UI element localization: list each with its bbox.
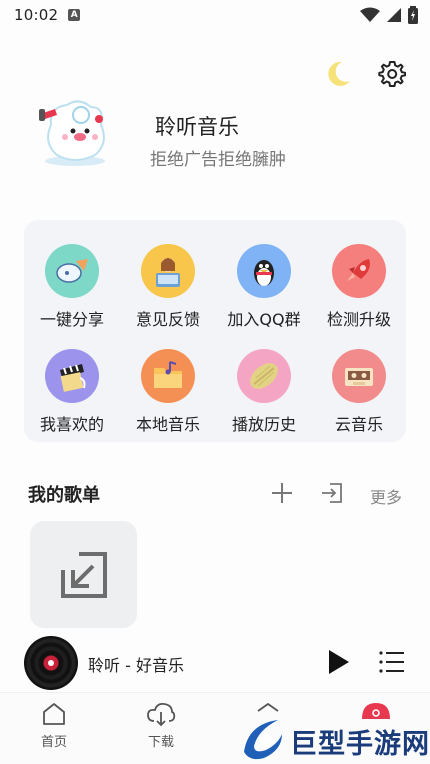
history-icon	[237, 349, 291, 403]
add-playlist-button[interactable]	[270, 481, 294, 505]
moon-icon	[328, 61, 350, 86]
share-icon	[45, 244, 99, 298]
status-bar: 10:02 A	[0, 0, 430, 30]
grid-item-qq-group[interactable]: 加入QQ群	[219, 244, 309, 334]
my-playlists-header: 我的歌单 更多	[28, 478, 404, 508]
cassette-icon	[332, 349, 386, 403]
grid-item-cloud-music[interactable]: 云音乐	[314, 349, 404, 439]
playlist-queue-button[interactable]	[378, 648, 406, 676]
grid-item-share[interactable]: 一键分享	[27, 244, 117, 334]
night-mode-button[interactable]	[322, 58, 354, 90]
play-icon	[329, 650, 349, 674]
watermark-text: 巨型手游网	[290, 729, 430, 760]
app-slogan: 拒绝广告拒绝臃肿	[150, 150, 286, 170]
watermark-e-icon	[244, 720, 282, 760]
feature-grid: 一键分享 意见反馈 加入QQ群 检测升级 我喜欢的 本地音乐 播放历史 云音乐	[24, 220, 406, 442]
nav-download[interactable]: 下载	[131, 701, 191, 759]
import-icon	[322, 483, 342, 503]
grid-item-feedback[interactable]: 意见反馈	[123, 244, 213, 334]
nav-home-label: 首页	[40, 735, 67, 750]
list-icon	[379, 651, 404, 673]
rocket-icon	[332, 244, 386, 298]
import-arrow-icon	[60, 551, 107, 598]
feedback-icon	[141, 244, 195, 298]
status-time: 10:02	[14, 6, 59, 24]
grid-label-share: 一键分享	[39, 310, 104, 329]
notification-a-icon: A	[68, 9, 81, 21]
import-playlist-tile[interactable]	[30, 521, 137, 628]
grid-label-local-music: 本地音乐	[135, 415, 200, 434]
wifi-icon	[360, 7, 380, 22]
settings-button[interactable]	[376, 58, 408, 90]
home-icon	[43, 703, 65, 725]
grid-item-update[interactable]: 检测升级	[314, 244, 404, 334]
app-name: 聆听音乐	[155, 115, 239, 139]
qq-penguin-icon	[237, 244, 291, 298]
battery-icon	[408, 6, 418, 24]
import-playlist-button[interactable]	[320, 481, 344, 505]
grid-label-favorites: 我喜欢的	[39, 415, 104, 434]
top-actions	[322, 58, 408, 90]
grid-label-history: 播放历史	[231, 415, 296, 434]
more-playlists-link[interactable]: 更多	[370, 484, 402, 508]
profile-header: 聆听音乐 拒绝广告拒绝臃肿	[35, 95, 415, 175]
nav-download-label: 下载	[147, 735, 174, 750]
gear-icon	[378, 61, 406, 87]
signal-icon	[387, 8, 401, 22]
nav-home[interactable]: 首页	[24, 701, 84, 759]
album-disc[interactable]	[24, 636, 78, 690]
now-playing-title: 聆听 - 好音乐	[88, 656, 184, 675]
mini-player[interactable]: 聆听 - 好音乐	[0, 632, 430, 692]
cloud-download-icon	[147, 702, 176, 727]
grid-label-feedback: 意见反馈	[135, 310, 200, 329]
grid-item-favorites[interactable]: 我喜欢的	[27, 349, 117, 439]
plus-icon	[272, 483, 292, 503]
status-indicators	[360, 6, 418, 24]
grid-label-update: 检测升级	[326, 310, 391, 329]
grid-item-local-music[interactable]: 本地音乐	[123, 349, 213, 439]
grid-item-history[interactable]: 播放历史	[219, 349, 309, 439]
watermark-logo: 巨型手游网	[238, 714, 430, 764]
grid-label-qq-group: 加入QQ群	[227, 310, 301, 329]
my-playlists-title: 我的歌单	[28, 485, 100, 506]
favorite-icon	[45, 349, 99, 403]
play-button[interactable]	[326, 648, 352, 676]
mascot-logo	[39, 100, 105, 166]
folder-music-icon	[141, 349, 195, 403]
grid-label-cloud-music: 云音乐	[334, 415, 383, 434]
